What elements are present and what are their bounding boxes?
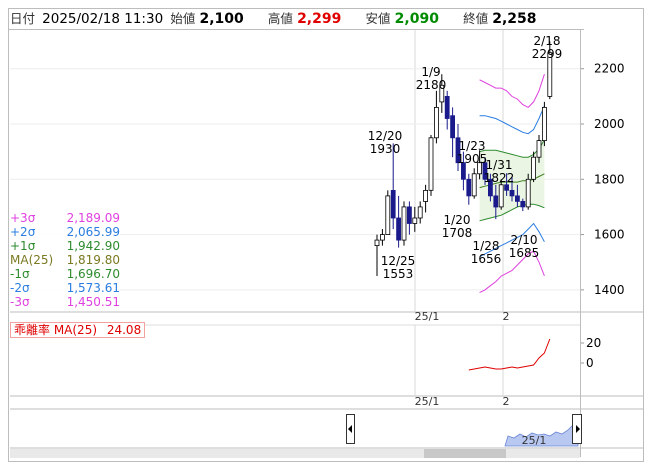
price-tick-label: 2000 (594, 117, 625, 131)
legend-value: 2,189.09 (66, 211, 120, 225)
annotation-date: 1/28 (473, 239, 500, 253)
navigator-label: 25/1 (522, 434, 547, 447)
candle-body (531, 156, 536, 180)
indicator-tick-label: 0 (586, 356, 594, 370)
candle-body (493, 195, 499, 208)
indicator-tick-label: 20 (586, 336, 601, 350)
deviation-indicator: 200 (468, 336, 601, 371)
legend-label: MA(25) (10, 253, 54, 267)
annotation-date: 12/25 (381, 254, 416, 268)
legend-row-ma25: MA(25) 1,819.80 (10, 253, 120, 267)
annotation-price: 1930 (370, 142, 401, 156)
annotation-price: 2299 (532, 47, 563, 61)
price-tick-label: 2200 (594, 62, 625, 76)
annotation-price: 1656 (471, 252, 502, 266)
annotation-price: 1553 (383, 267, 414, 281)
annotation-date: 2/18 (534, 34, 561, 48)
candle-body (423, 189, 429, 202)
candle-body (417, 206, 423, 219)
annotation-price: 2180 (416, 78, 447, 92)
legend-label: -2σ (10, 281, 30, 295)
candle-body (401, 206, 407, 241)
legend-row-plus1: +1σ 1,942.90 (10, 239, 120, 253)
candle-body (450, 115, 456, 139)
legend-value: 1,942.90 (66, 239, 120, 253)
candle-body (412, 217, 418, 224)
candle-body (536, 140, 542, 158)
annotation-date: 1/20 (444, 213, 471, 227)
candle-body (509, 189, 515, 197)
legend-label: +3σ (10, 211, 36, 225)
candle-body (504, 184, 510, 191)
band-plus2 (479, 105, 545, 135)
legend-row-plus3: +3σ 2,189.09 (10, 211, 120, 225)
chevron-right-icon (576, 425, 580, 433)
band-plus3 (479, 74, 545, 109)
x-axis-label: 25/1 (415, 395, 440, 408)
legend-row-minus2: -2σ 1,573.61 (10, 281, 120, 295)
candle-body (396, 217, 402, 241)
candle-body (466, 178, 472, 197)
x-axis-label: 2 (503, 395, 510, 408)
annotation-price: 1905 (457, 152, 488, 166)
indicator-name: 乖離率 MA(25) (14, 323, 98, 337)
candle-body (390, 189, 396, 219)
annotation-date: 12/20 (368, 129, 403, 143)
chevron-left-icon (348, 425, 352, 433)
candle-body (374, 239, 380, 247)
annotation-price: 1708 (442, 226, 473, 240)
candle-body (542, 107, 547, 142)
candle-body (471, 173, 477, 197)
legend-value: 1,573.61 (66, 281, 120, 295)
candle-body (406, 206, 412, 224)
legend-label: -3σ (10, 295, 30, 309)
annotation-date: 1/23 (459, 139, 486, 153)
candle-body (498, 184, 504, 208)
candle-body (433, 107, 439, 139)
legend-value: 1,696.70 (66, 267, 120, 281)
candle-body (515, 195, 520, 202)
annotation-date: 2/10 (511, 233, 538, 247)
legend-value: 1,819.80 (66, 253, 120, 267)
x-axis-label: 2 (503, 310, 510, 323)
legend-row-minus1: -1σ 1,696.70 (10, 267, 120, 281)
annotation-date: 1/9 (421, 65, 440, 79)
annotation-date: 1/31 (486, 158, 513, 172)
candle-body (520, 200, 526, 208)
price-tick-label: 1800 (594, 172, 625, 186)
legend-value: 2,065.99 (66, 225, 120, 239)
legend-row-minus3: -3σ 1,450.51 (10, 295, 120, 309)
legend-value: 1,450.51 (66, 295, 120, 309)
candle-body (525, 178, 531, 208)
navigator-right-handle[interactable] (572, 414, 582, 444)
x-axis-label: 25/1 (415, 310, 440, 323)
navigator-left-handle[interactable] (346, 414, 355, 444)
legend-label: +1σ (10, 239, 36, 253)
indicator-value: 24.08 (106, 323, 142, 337)
legend-label: -1σ (10, 267, 30, 281)
candle-body (379, 234, 385, 241)
price-tick-label: 1600 (594, 228, 625, 242)
candle-body (444, 96, 450, 119)
candle-body (428, 137, 434, 191)
navigator: 25/1 (504, 421, 579, 447)
price-tick-label: 1400 (594, 283, 625, 297)
deviation-line (468, 338, 551, 371)
indicator-label: 乖離率 MA(25) 24.08 (10, 322, 146, 338)
annotation-price: 1822 (484, 171, 515, 185)
candle-body (385, 195, 391, 235)
bollinger-legend: +3σ 2,189.09 +2σ 2,065.99 +1σ 1,942.90 M… (10, 211, 120, 309)
annotation-price: 1685 (509, 246, 540, 260)
scrollbar-thumb[interactable] (424, 449, 506, 458)
axis-divider (580, 29, 581, 457)
legend-row-plus2: +2σ 2,065.99 (10, 225, 120, 239)
legend-label: +2σ (10, 225, 36, 239)
